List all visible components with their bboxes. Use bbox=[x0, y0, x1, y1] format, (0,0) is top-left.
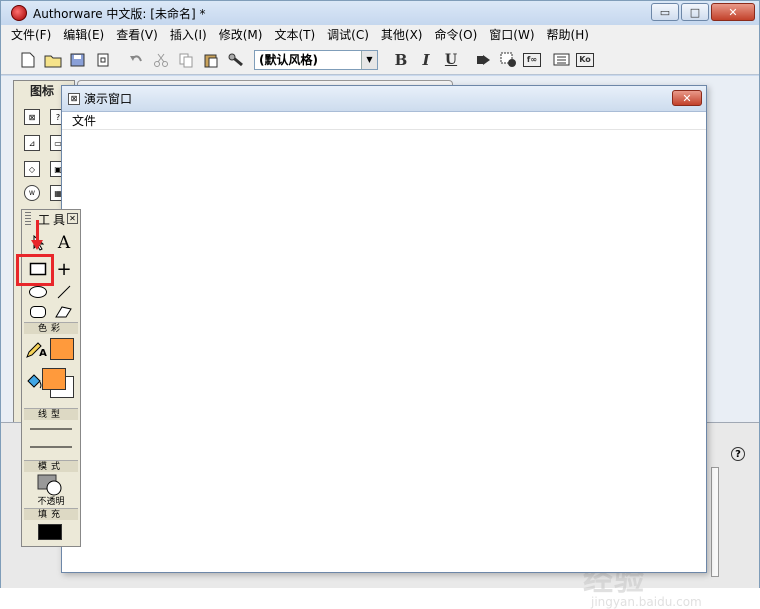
fill-bucket-icon[interactable] bbox=[24, 372, 44, 392]
dropdown-arrow-icon[interactable]: ▼ bbox=[361, 50, 377, 69]
menu-file[interactable]: 文件(F) bbox=[5, 25, 57, 45]
bold-button[interactable]: B bbox=[390, 49, 412, 71]
maximize-button[interactable]: □ bbox=[681, 3, 709, 21]
drag-grip-icon[interactable] bbox=[25, 212, 31, 226]
presentation-window: ⊠ 演示窗口 ✕ 文件 bbox=[61, 85, 707, 573]
toolbar: (默认风格) ▼ B I U f∞ Ko bbox=[1, 45, 759, 75]
presentation-stage[interactable] bbox=[62, 132, 706, 572]
run-icon[interactable] bbox=[473, 49, 495, 71]
display-icon[interactable]: ⊠ bbox=[24, 109, 40, 125]
fill-section-label: 填充 bbox=[24, 508, 78, 520]
paste-icon[interactable] bbox=[200, 49, 222, 71]
menu-command[interactable]: 命令(O) bbox=[428, 25, 483, 45]
variables-icon[interactable] bbox=[551, 49, 573, 71]
foreground-color-swatch[interactable] bbox=[42, 368, 66, 390]
authorware-window: Authorware 中文版: [未命名] * ▭ □ ✕ 文件(F) 编辑(E… bbox=[0, 0, 760, 609]
tools-palette-title: 工具 bbox=[38, 212, 69, 227]
line-style-thin[interactable] bbox=[26, 422, 76, 436]
copy-icon[interactable] bbox=[175, 49, 197, 71]
italic-button[interactable]: I bbox=[415, 49, 437, 71]
minimize-button[interactable]: ▭ bbox=[651, 3, 679, 21]
presentation-window-icon: ⊠ bbox=[68, 92, 80, 105]
rounded-rectangle-tool[interactable] bbox=[26, 302, 50, 322]
undo-icon[interactable] bbox=[125, 49, 147, 71]
find-icon[interactable] bbox=[225, 49, 247, 71]
line-style-section-label: 线型 bbox=[24, 408, 78, 420]
color-section-label: 色彩 bbox=[24, 322, 78, 334]
underline-button[interactable]: U bbox=[440, 49, 462, 71]
authorware-logo-icon bbox=[11, 5, 27, 21]
menu-modify[interactable]: 修改(M) bbox=[213, 25, 269, 45]
text-tool[interactable]: A bbox=[52, 232, 76, 254]
cut-icon[interactable] bbox=[150, 49, 172, 71]
annotation-highlight-box bbox=[16, 254, 54, 286]
presentation-menu-file[interactable]: 文件 bbox=[72, 112, 96, 129]
erase-icon[interactable]: ⊿ bbox=[24, 135, 40, 151]
presentation-title: 演示窗口 bbox=[84, 92, 133, 106]
tools-palette-header[interactable]: 工具 ✕ bbox=[22, 210, 80, 228]
knowledge-objects-button[interactable]: Ko bbox=[576, 52, 594, 67]
fill-pattern-swatch[interactable] bbox=[38, 524, 62, 540]
watermark-sub: jingyan.baidu.com bbox=[591, 595, 702, 609]
presentation-title-bar: ⊠ 演示窗口 ✕ bbox=[62, 86, 706, 112]
line-color-swatch[interactable] bbox=[50, 338, 74, 360]
functions-button[interactable]: f∞ bbox=[523, 52, 541, 67]
help-icon[interactable]: ? bbox=[731, 447, 745, 461]
close-button[interactable]: ✕ bbox=[711, 3, 755, 21]
wait-circle-icon[interactable]: W bbox=[24, 185, 40, 201]
menu-edit[interactable]: 编辑(E) bbox=[57, 25, 110, 45]
crosshair-tool[interactable]: + bbox=[52, 258, 76, 280]
pen-text-label: A bbox=[39, 347, 47, 359]
new-file-icon[interactable] bbox=[17, 49, 39, 71]
menu-insert[interactable]: 插入(I) bbox=[164, 25, 213, 45]
annotation-arrowhead bbox=[31, 240, 43, 250]
text-style-select[interactable]: (默认风格) ▼ bbox=[254, 49, 378, 70]
navigate-icon[interactable]: ◇ bbox=[24, 161, 40, 177]
mode-value: 不透明 bbox=[37, 496, 65, 507]
polygon-tool[interactable] bbox=[52, 302, 76, 322]
menu-bar: 文件(F) 编辑(E) 查看(V) 插入(I) 修改(M) 文本(T) 调试(C… bbox=[1, 25, 759, 45]
menu-view[interactable]: 查看(V) bbox=[110, 25, 164, 45]
import-icon[interactable] bbox=[92, 49, 114, 71]
menu-debug[interactable]: 调试(C) bbox=[321, 25, 375, 45]
menu-other[interactable]: 其他(X) bbox=[375, 25, 429, 45]
text-style-value: (默认风格) bbox=[259, 53, 318, 67]
tools-palette: 工具 ✕ A + 色彩 A 线型 模式 不透明 填充 bbox=[16, 209, 81, 547]
tools-palette-close-icon[interactable]: ✕ bbox=[67, 213, 78, 224]
line-tool[interactable] bbox=[52, 282, 76, 302]
presentation-close-button[interactable]: ✕ bbox=[672, 90, 702, 106]
app-title: Authorware 中文版: [未命名] * bbox=[33, 6, 206, 21]
menu-help[interactable]: 帮助(H) bbox=[541, 25, 595, 45]
control-panel-icon[interactable] bbox=[498, 49, 520, 71]
mode-section-label: 模式 bbox=[24, 460, 78, 472]
menu-window[interactable]: 窗口(W) bbox=[483, 25, 540, 45]
line-style-arrow[interactable] bbox=[26, 440, 76, 454]
open-folder-icon[interactable] bbox=[42, 49, 64, 71]
menu-text[interactable]: 文本(T) bbox=[268, 25, 321, 45]
title-bar: Authorware 中文版: [未命名] * ▭ □ ✕ bbox=[1, 1, 759, 25]
presentation-menu-bar: 文件 bbox=[62, 112, 706, 130]
save-all-icon[interactable] bbox=[67, 49, 89, 71]
